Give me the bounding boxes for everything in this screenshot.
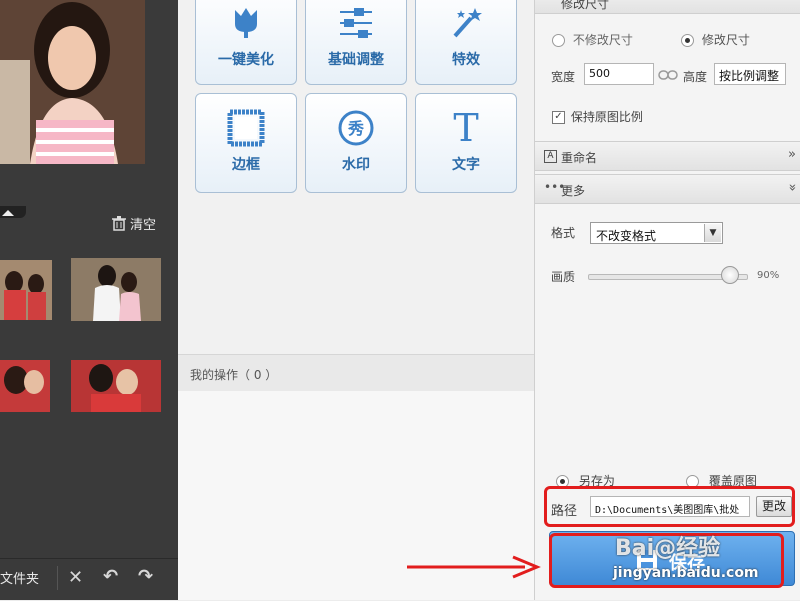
tool-text[interactable]: T 文字 [415, 93, 517, 193]
quality-slider-thumb[interactable] [721, 266, 740, 284]
tool-watermark[interactable]: 秀 水印 [305, 93, 407, 193]
save-highlight [549, 533, 784, 588]
format-label: 格式 [551, 226, 576, 240]
keep-ratio-checkbox[interactable]: ✓ [552, 111, 565, 124]
thumbnail[interactable] [71, 258, 161, 321]
frame-icon [196, 108, 296, 148]
keep-ratio-label: 保持原图比例 [570, 110, 643, 124]
keep-size-label: 不修改尺寸 [572, 33, 633, 47]
trash-icon [112, 216, 126, 231]
separator [57, 566, 58, 590]
magic-wand-icon [416, 3, 516, 43]
more-section-header[interactable]: ••• 更多 » [535, 174, 800, 204]
portrait-image [0, 0, 145, 164]
text-icon: T [416, 108, 516, 148]
seal-glyph: 秀 [347, 119, 364, 138]
tool-basic-adjust[interactable]: 基础调整 [305, 0, 407, 85]
text-glyph: T [453, 106, 479, 150]
settings-panel: 修改尺寸 不修改尺寸 修改尺寸 宽度 500 高度 按比例调整 ✓ 保持原图比例… [535, 0, 800, 600]
width-field[interactable]: 500 [584, 63, 654, 85]
tool-label: 文字 [452, 157, 480, 173]
tool-auto-beautify[interactable]: 一键美化 [195, 0, 297, 85]
tool-label: 边框 [232, 157, 260, 173]
rename-section-title: 重命名 [561, 151, 598, 165]
tools-panel: 一键美化 基础调整 特效 边框 秀 水印 T 文字 我的操作（ 0 ） [178, 0, 535, 600]
sliders-icon [306, 3, 406, 43]
tool-frame[interactable]: 边框 [195, 93, 297, 193]
thumbnail[interactable] [0, 260, 52, 320]
path-highlight [544, 486, 795, 527]
chevron-right-icon: » [788, 147, 796, 162]
format-select[interactable]: 不改变格式 ▼ [590, 222, 723, 244]
height-label: 高度 [683, 70, 708, 84]
dropdown-arrow-icon[interactable]: ▼ [704, 224, 721, 242]
main-photo-preview [0, 0, 145, 164]
collapse-tab[interactable] [0, 206, 26, 218]
keep-size-option[interactable]: 不修改尺寸 [552, 31, 633, 48]
change-size-label: 修改尺寸 [701, 33, 750, 47]
width-label: 宽度 [551, 70, 576, 84]
left-panel: 清空 文件夹 ✕ ↶ ↷ [0, 0, 178, 600]
thumbnail[interactable] [71, 360, 161, 412]
tool-label: 水印 [342, 157, 370, 173]
tool-label: 特效 [452, 52, 480, 68]
operations-header: 我的操作（ 0 ） [178, 354, 534, 392]
tulip-icon [196, 3, 296, 43]
thumbnail[interactable] [0, 360, 50, 412]
watermark-seal-icon: 秀 [306, 108, 406, 148]
tool-label: 一键美化 [218, 52, 274, 68]
change-size-radio[interactable] [681, 34, 694, 47]
tool-effects[interactable]: 特效 [415, 0, 517, 85]
clear-button[interactable]: 清空 [112, 214, 156, 233]
resize-section-title: 修改尺寸 [561, 0, 610, 11]
quality-label: 画质 [551, 270, 576, 284]
folder-label[interactable]: 文件夹 [0, 568, 39, 587]
more-section-title: 更多 [561, 184, 586, 198]
link-icon[interactable] [658, 69, 678, 83]
height-field[interactable]: 按比例调整 [714, 63, 786, 85]
format-value: 不改变格式 [596, 229, 657, 243]
operations-label: 我的操作（ 0 ） [190, 368, 278, 382]
tool-label: 基础调整 [328, 52, 384, 68]
rename-section-header[interactable]: A 重命名 » [535, 141, 800, 171]
rotate-left-icon[interactable]: ↶ [103, 566, 118, 587]
keep-ratio-option[interactable]: ✓ 保持原图比例 [552, 108, 643, 125]
clear-label: 清空 [130, 218, 157, 233]
red-arrow-icon [407, 555, 541, 579]
quality-value: 90% [757, 270, 780, 281]
rotate-right-icon[interactable]: ↷ [138, 566, 153, 587]
rename-icon: A [544, 150, 557, 163]
chevron-down-icon: » [784, 183, 800, 192]
change-size-option[interactable]: 修改尺寸 [681, 31, 750, 48]
keep-size-radio[interactable] [552, 34, 565, 47]
resize-section-header[interactable]: 修改尺寸 [535, 0, 800, 14]
delete-icon[interactable]: ✕ [68, 567, 83, 588]
